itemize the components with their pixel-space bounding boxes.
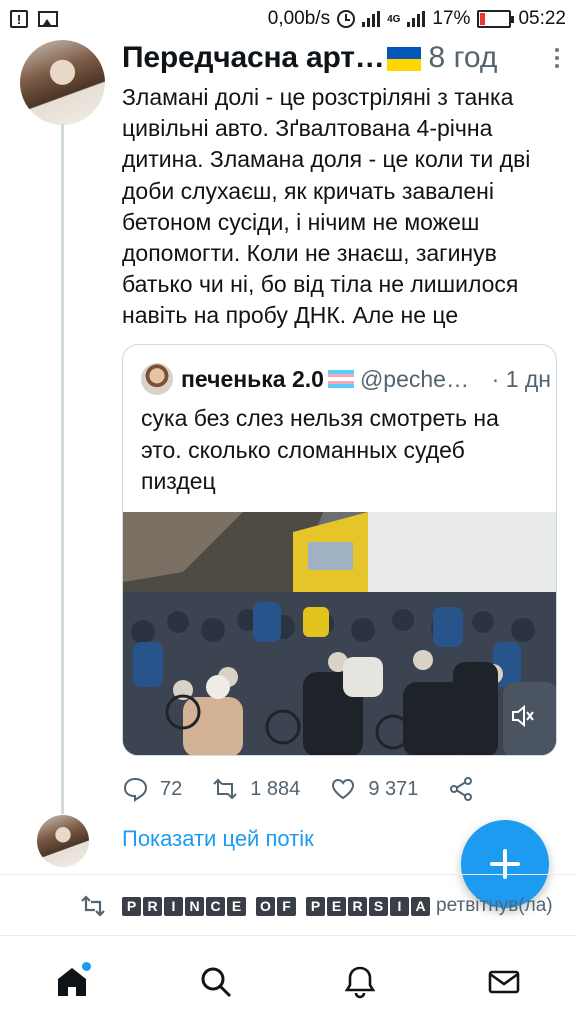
- divider: [0, 874, 576, 875]
- thread-line: [61, 124, 64, 814]
- clock: 05:22: [518, 8, 566, 29]
- reply-button[interactable]: 72: [122, 776, 182, 802]
- battery-percent: 17%: [432, 8, 471, 29]
- quoted-tweet-text: сука без слез нельзя смотреть на это. ск…: [141, 405, 499, 494]
- mute-icon[interactable]: [510, 703, 536, 729]
- ukraine-flag-icon: [386, 47, 421, 71]
- author-avatar[interactable]: [20, 40, 105, 125]
- more-options-icon[interactable]: [552, 48, 562, 68]
- divider: [0, 935, 576, 936]
- nav-messages[interactable]: [474, 952, 534, 1012]
- signal-icon-2: [407, 11, 426, 27]
- quoted-tweet[interactable]: печенька 2.0 @peche… · 1 дн сука без сле…: [122, 344, 557, 756]
- retweet-indicator-icon: [81, 895, 105, 917]
- tweet-actions: 72 1 884 9 371: [122, 772, 562, 806]
- retweet-count: 1 884: [250, 777, 301, 800]
- crowd-scene-image: [123, 512, 556, 755]
- bottom-navigation: [0, 940, 576, 1024]
- net-speed: 0,00b/s: [267, 8, 331, 29]
- image-icon: [38, 11, 58, 27]
- nav-notifications[interactable]: [330, 952, 390, 1012]
- transgender-flag-icon: [327, 370, 354, 388]
- author-name[interactable]: Передчасна арт…: [122, 41, 385, 75]
- reply-icon: [123, 777, 148, 802]
- quoted-author-handle: @peche…: [359, 365, 469, 392]
- reply-count: 72: [160, 777, 183, 800]
- quoted-author-name: печенька 2.0: [181, 365, 324, 392]
- network-type: 4G: [387, 13, 401, 25]
- status-bar: ! 0,00b/s 4G 17% 05:22: [0, 0, 576, 38]
- retweet-button[interactable]: 1 884: [212, 776, 300, 802]
- quoted-tweet-header: печенька 2.0 @peche… · 1 дн: [141, 363, 551, 395]
- alarm-icon: [337, 10, 356, 28]
- share-button[interactable]: [448, 776, 474, 802]
- like-count: 9 371: [368, 777, 419, 800]
- thread-avatar[interactable]: [37, 815, 89, 867]
- like-button[interactable]: 9 371: [330, 776, 418, 802]
- video-thumbnail[interactable]: [123, 512, 556, 755]
- retweeted-label: ретвітнув(ла): [436, 895, 553, 916]
- retweeted-by-row: PRINCE OF PERSIA ретвітнув(ла): [80, 891, 560, 921]
- share-icon: [450, 777, 473, 801]
- retweet-icon: [213, 778, 237, 800]
- quoted-tweet-time: · 1 дн: [491, 365, 551, 392]
- nav-search[interactable]: [186, 952, 246, 1012]
- retweeter-name-word-1[interactable]: PRINCE: [122, 896, 246, 916]
- quoted-author-avatar: [141, 363, 173, 395]
- tweet-time[interactable]: 8 год: [429, 41, 498, 75]
- search-icon: [201, 967, 232, 998]
- battery-icon: [477, 10, 515, 28]
- retweeter-name-word-3[interactable]: PERSIA: [306, 896, 430, 916]
- heart-icon: [332, 778, 355, 800]
- tweet-header: Передчасна арт… 8 год: [122, 38, 562, 78]
- retweeter-name-word-2[interactable]: OF: [256, 896, 296, 916]
- notifications-icon: [344, 966, 376, 999]
- signal-icon: [362, 11, 381, 27]
- tweet-text: Зламані долі - це розстріляні з танка ци…: [122, 84, 531, 329]
- notification-icon: !: [10, 10, 28, 28]
- show-thread-link[interactable]: Показати цей потік: [122, 826, 314, 852]
- new-content-dot: [82, 962, 91, 971]
- nav-home[interactable]: [42, 952, 102, 1012]
- messages-icon: [488, 970, 520, 994]
